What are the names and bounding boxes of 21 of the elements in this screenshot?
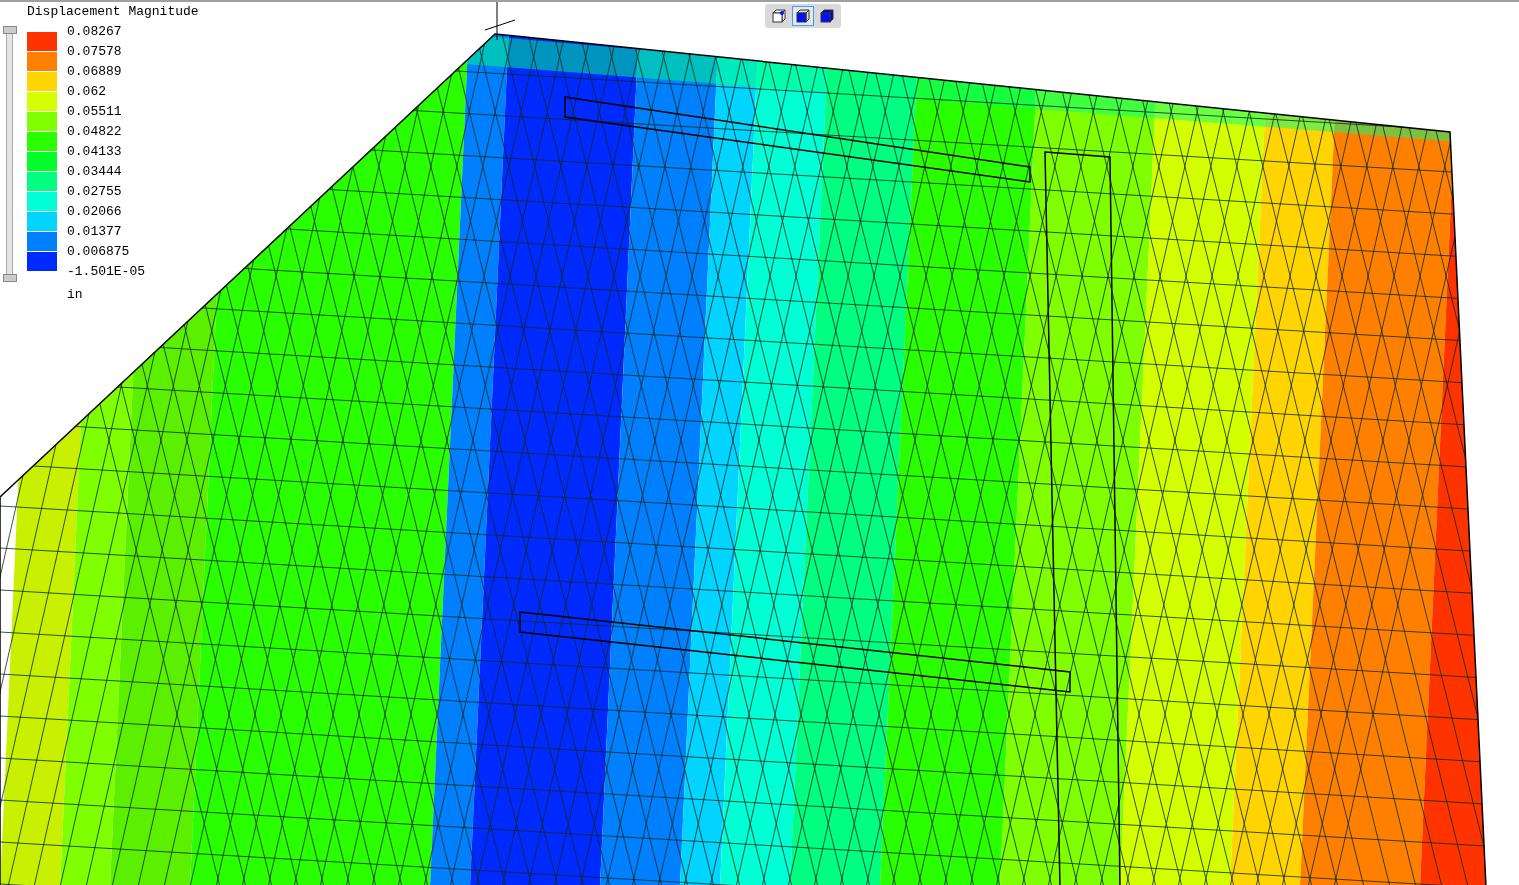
slider-handle[interactable] — [3, 274, 17, 282]
legend-value: 0.06889 — [67, 63, 123, 81]
legend-value: 0.006875 — [67, 243, 131, 261]
legend-value: 0.02066 — [67, 203, 123, 221]
unit-label: in — [67, 287, 84, 302]
legend-value: 0.04133 — [67, 143, 123, 161]
legend-value: -1.501E-05 — [67, 263, 145, 281]
legend-value: 0.03444 — [67, 163, 123, 181]
legend-value: 0.01377 — [67, 223, 123, 241]
cube-icon — [795, 8, 811, 24]
legend-value: 0.04822 — [67, 123, 123, 141]
legend-value: 0.08267 — [67, 23, 123, 41]
legend-value: 0.02755 — [67, 183, 123, 201]
cube-icon — [771, 8, 787, 24]
slider-handle[interactable] — [3, 26, 17, 34]
legend-title: Displacement Magnitude — [27, 4, 199, 20]
cube-icon — [819, 8, 835, 24]
legend-value: 0.05511 — [67, 103, 123, 121]
legend-value: 0.062 — [67, 83, 107, 101]
view-mode-button[interactable] — [792, 6, 814, 26]
legend-value: 0.07578 — [67, 43, 123, 61]
